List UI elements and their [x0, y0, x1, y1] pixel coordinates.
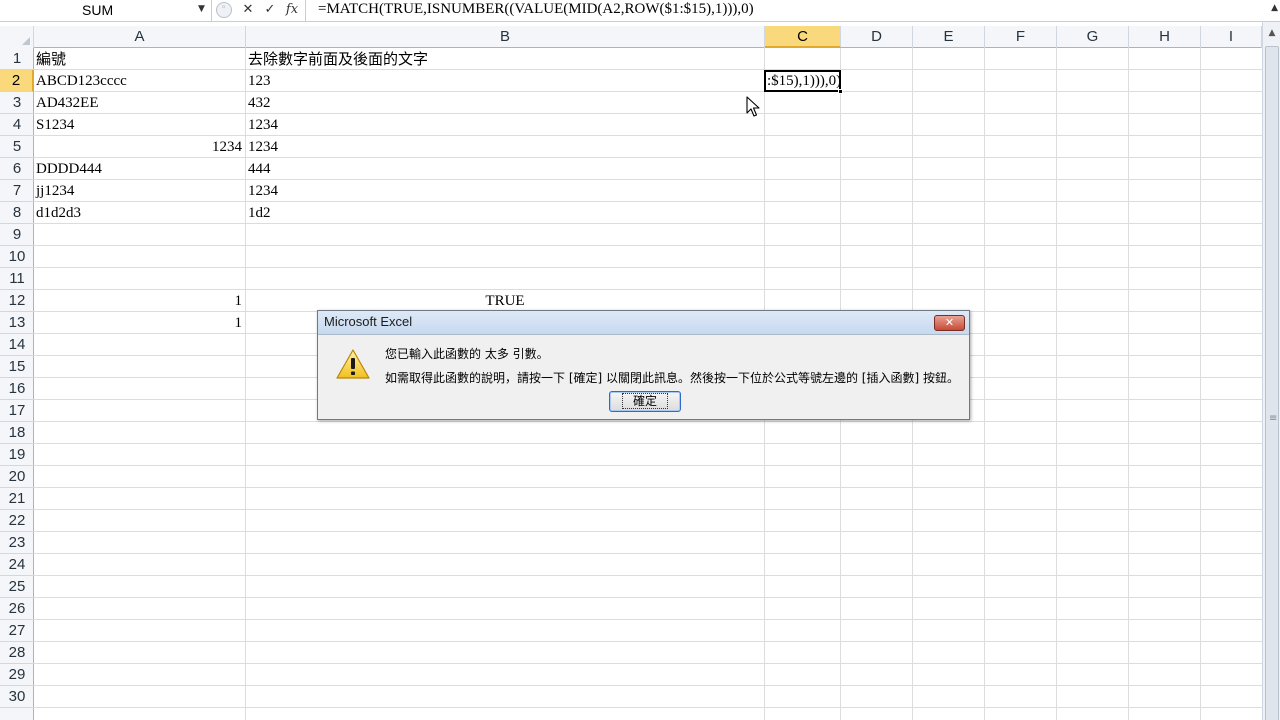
cell-b6[interactable]: 444	[248, 158, 762, 180]
cell-b2[interactable]: 123	[248, 70, 762, 92]
column-header-b[interactable]: B	[246, 26, 765, 48]
cell-a5[interactable]: 1234	[36, 136, 242, 158]
close-button[interactable]: ✕	[934, 315, 965, 331]
row-header-7[interactable]: 7	[0, 180, 34, 202]
row-header-14[interactable]: 14	[0, 334, 34, 356]
dialog-title: Microsoft Excel	[324, 314, 413, 329]
row-header-10[interactable]: 10	[0, 246, 34, 268]
warning-icon	[336, 349, 370, 379]
row-header-12[interactable]: 12	[0, 290, 34, 312]
row-header-1[interactable]: 1	[0, 48, 34, 70]
fill-handle[interactable]	[838, 89, 843, 94]
cell-b12[interactable]: TRUE	[246, 290, 764, 312]
column-header-i[interactable]: I	[1201, 26, 1262, 48]
cell-a4[interactable]: S1234	[36, 114, 244, 136]
select-all-button[interactable]	[0, 26, 34, 48]
row-header-2[interactable]: 2	[0, 70, 34, 92]
column-header-d[interactable]: D	[841, 26, 913, 48]
gridline	[984, 48, 985, 720]
row-header-23[interactable]: 23	[0, 532, 34, 554]
row-header-13[interactable]: 13	[0, 312, 34, 334]
gridline	[1056, 48, 1057, 720]
row-header-29[interactable]: 29	[0, 664, 34, 686]
gridline	[1128, 48, 1129, 720]
cell-a13[interactable]: 1	[36, 312, 243, 334]
row-header-21[interactable]: 21	[0, 488, 34, 510]
row-header-18[interactable]: 18	[0, 422, 34, 444]
scroll-up-arrow-icon[interactable]: ▲	[1265, 28, 1279, 42]
row-header-24[interactable]: 24	[0, 554, 34, 576]
row-header-22[interactable]: 22	[0, 510, 34, 532]
cell-a12[interactable]: 1	[36, 290, 243, 312]
row-header-column: 1 2 3 4 5 6 7 8 9 10 11 12 13 14 15 16 17 18 19 20 21 22 23 24 2…	[0, 48, 34, 720]
formula-bar: SUM ▼ ◦ ✕ ✓ fx =MATCH(TRUE,ISNUMBER((VAL…	[0, 0, 1280, 22]
cell-a7[interactable]: jj1234	[36, 180, 244, 202]
row-header-26[interactable]: 26	[0, 598, 34, 620]
column-header-h[interactable]: H	[1129, 26, 1201, 48]
enter-formula-button[interactable]: ✓	[260, 1, 280, 19]
row-header-5[interactable]: 5	[0, 136, 34, 158]
row-header-9[interactable]: 9	[0, 224, 34, 246]
row-header-19[interactable]: 19	[0, 444, 34, 466]
cell-a6[interactable]: DDDD444	[36, 158, 244, 180]
cancel-formula-button[interactable]: ✕	[238, 1, 258, 19]
column-header-row: A B C D E F G H I	[0, 26, 1262, 48]
dialog-message: 您已輸入此函數的 太多 引數。	[385, 347, 549, 361]
name-box-value: SUM	[82, 2, 114, 18]
column-header-g[interactable]: G	[1057, 26, 1129, 48]
row-header-28[interactable]: 28	[0, 642, 34, 664]
resize-grip-icon[interactable]: ◦	[216, 2, 232, 18]
row-header-15[interactable]: 15	[0, 356, 34, 378]
gridline	[1200, 48, 1201, 720]
formula-buttons: ◦ ✕ ✓ fx	[214, 0, 306, 21]
mouse-pointer-icon	[746, 96, 760, 117]
dialog-help-message: 如需取得此函數的說明，請按一下 [確定] 以關閉此訊息。然後按一下位於公式等號左…	[385, 371, 959, 385]
cell-b4[interactable]: 1234	[248, 114, 762, 136]
ok-button-label: 確定	[621, 393, 668, 409]
row-header-30[interactable]: 30	[0, 686, 34, 708]
dialog-titlebar[interactable]: Microsoft Excel ✕	[318, 311, 969, 335]
row-header-8[interactable]: 8	[0, 202, 34, 224]
column-header-a[interactable]: A	[34, 26, 246, 48]
row-header-11[interactable]: 11	[0, 268, 34, 290]
cell-a2[interactable]: ABCD123cccc	[36, 70, 244, 92]
row-header-25[interactable]: 25	[0, 576, 34, 598]
column-header-e[interactable]: E	[913, 26, 985, 48]
cell-b5[interactable]: 1234	[248, 136, 762, 158]
insert-function-button[interactable]: fx	[282, 1, 302, 19]
cell-b1[interactable]: 去除數字前面及後面的文字	[248, 48, 762, 70]
row-header-3[interactable]: 3	[0, 92, 34, 114]
row-header-4[interactable]: 4	[0, 114, 34, 136]
cell-a1[interactable]: 編號	[36, 48, 244, 70]
expand-formula-bar-icon[interactable]: ▲	[1271, 3, 1278, 13]
formula-input[interactable]: =MATCH(TRUE,ISNUMBER((VALUE(MID(A2,ROW($…	[318, 1, 754, 18]
active-cell-editor[interactable]: :$15),1))),0)	[764, 70, 841, 92]
column-header-f[interactable]: F	[985, 26, 1057, 48]
cell-a3[interactable]: AD432EE	[36, 92, 244, 114]
row-header-6[interactable]: 6	[0, 158, 34, 180]
row-header-16[interactable]: 16	[0, 378, 34, 400]
cell-a8[interactable]: d1d2d3	[36, 202, 244, 224]
cell-b7[interactable]: 1234	[248, 180, 762, 202]
gridline	[245, 48, 246, 720]
row-header-20[interactable]: 20	[0, 466, 34, 488]
cell-b3[interactable]: 432	[248, 92, 762, 114]
error-dialog: Microsoft Excel ✕ 您已輸入此函數的 太多 引數。 如需取得此函…	[317, 310, 970, 420]
cell-b8[interactable]: 1d2	[248, 202, 762, 224]
ok-button[interactable]: 確定	[609, 391, 681, 412]
grip-icon: ≡	[1269, 413, 1278, 424]
vertical-scrollbar[interactable]: ▲ ≡	[1262, 22, 1280, 720]
name-box[interactable]: SUM ▼	[0, 0, 212, 21]
chevron-down-icon[interactable]: ▼	[198, 4, 205, 14]
row-header-27[interactable]: 27	[0, 620, 34, 642]
row-header-17[interactable]: 17	[0, 400, 34, 422]
scrollbar-thumb[interactable]: ≡	[1265, 46, 1279, 720]
column-header-c[interactable]: C	[765, 26, 841, 48]
